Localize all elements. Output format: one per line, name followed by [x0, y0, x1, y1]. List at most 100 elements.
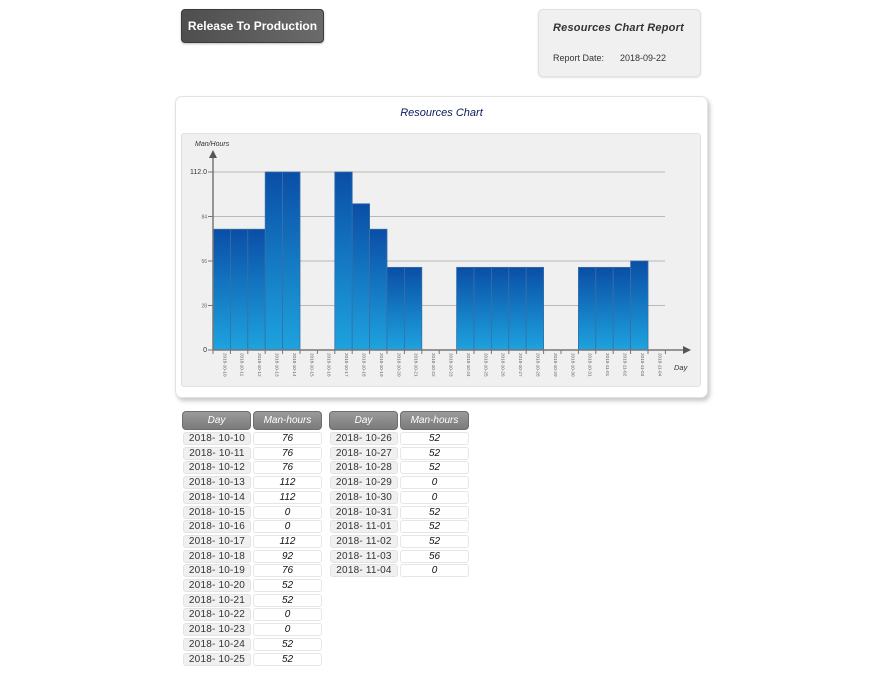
x-tick-label: 2018-10-28: [536, 353, 541, 377]
release-to-production-button[interactable]: Release To Production: [181, 9, 324, 43]
x-tick-label: 2018-11-02: [623, 353, 628, 377]
x-tick-label: 2018-10-16: [327, 353, 332, 377]
column-header-man-hours: Man-hours: [400, 411, 469, 430]
table-cell-day: 2018- 10-30: [330, 490, 398, 504]
bar-2018-10-24: [456, 266, 475, 351]
x-tick-label: 2018-10-24: [466, 353, 471, 377]
table-cell-day: 2018- 11-03: [330, 549, 398, 563]
table-cell-man-hours: 52: [400, 534, 469, 548]
bar-2018-10-25: [473, 266, 492, 351]
x-tick-label: 2018-10-20: [396, 353, 401, 377]
x-tick-label: 2018-10-15: [309, 353, 314, 377]
x-tick-label: 2018-10-18: [362, 353, 367, 377]
table-cell-man-hours: 56: [400, 549, 469, 563]
column-header-day: Day: [182, 411, 251, 430]
x-tick-label: 2018-10-11: [240, 353, 245, 377]
table-cell-day: 2018- 10-22: [183, 608, 251, 622]
table-cell-man-hours: 0: [253, 505, 322, 519]
table-cell-man-hours: 0: [400, 564, 469, 578]
bar-2018-10-31: [577, 266, 597, 351]
column-header-man-hours: Man-hours: [253, 411, 322, 430]
x-tick-label: 2018-10-25: [483, 353, 488, 377]
x-tick-label: 2018-10-26: [501, 353, 506, 377]
table-cell-man-hours: 76: [253, 564, 322, 578]
bar-2018-11-03: [630, 260, 649, 351]
table-cell-day: 2018- 10-15: [183, 505, 251, 519]
table-cell-man-hours: 76: [253, 446, 322, 460]
x-tick-label: 2018-10-12: [257, 353, 262, 377]
bar-2018-10-19: [369, 228, 388, 351]
y-tick-label: 84: [201, 215, 207, 221]
table-cell-day: 2018- 10-29: [330, 476, 398, 490]
bar-2018-10-20: [386, 266, 405, 351]
table-cell-day: 2018- 10-11: [183, 446, 251, 460]
y-tick-label: 28: [201, 304, 207, 310]
table-cell-day: 2018- 10-19: [183, 564, 251, 578]
table-cell-day: 2018- 10-18: [183, 549, 251, 563]
bar-2018-11-02: [612, 266, 632, 351]
table-cell-day: 2018- 10-21: [183, 593, 251, 607]
x-tick-label: 2018-10-14: [292, 353, 297, 377]
table-cell-day: 2018- 10-13: [183, 476, 251, 490]
x-tick-label: 2018-10-30: [570, 353, 575, 377]
table-cell-man-hours: 0: [400, 476, 469, 490]
x-axis-title: Day: [674, 363, 689, 372]
table-cell-man-hours: 52: [253, 652, 322, 666]
table-cell-day: 2018- 11-04: [330, 564, 398, 578]
x-tick-label: 2018-10-17: [344, 353, 349, 377]
table-cell-man-hours: 0: [253, 608, 322, 622]
table-cell-day: 2018- 10-27: [330, 446, 398, 460]
bar-2018-11-01: [595, 266, 614, 351]
table-cell-day: 2018- 10-20: [183, 579, 251, 592]
table-cell-man-hours: 92: [253, 549, 322, 563]
table-cell-man-hours: 52: [253, 637, 322, 651]
bar-2018-10-18: [351, 203, 370, 351]
table-cell-day: 2018- 10-26: [330, 432, 398, 445]
table-cell-day: 2018- 10-10: [183, 432, 251, 445]
table-cell-day: 2018- 10-14: [183, 490, 251, 504]
table-cell-day: 2018- 10-16: [183, 520, 251, 534]
table-cell-man-hours: 52: [400, 432, 469, 445]
bar-2018-10-21: [403, 266, 423, 351]
table-cell-day: 2018- 10-17: [183, 534, 251, 548]
table-cell-day: 2018- 10-24: [183, 637, 251, 651]
x-tick-label: 2018-10-23: [449, 353, 454, 377]
table-cell-man-hours: 0: [253, 623, 322, 637]
table-cell-day: 2018- 11-01: [330, 520, 398, 534]
report-date-value: 2018-09-22: [620, 53, 667, 63]
x-axis-arrow-icon: [683, 346, 691, 354]
x-tick-label: 2018-10-22: [431, 353, 436, 377]
x-tick-label: 2018-10-19: [379, 353, 384, 377]
x-tick-label: 2018-10-31: [588, 353, 593, 377]
bar-2018-10-28: [525, 266, 545, 351]
table-cell-man-hours: 52: [253, 579, 322, 592]
x-tick-label: 2018-11-01: [605, 353, 610, 377]
bar-2018-10-27: [508, 266, 527, 351]
bar-2018-10-13: [264, 171, 283, 351]
table-cell-man-hours: 112: [253, 534, 322, 548]
table-cell-man-hours: 0: [400, 490, 469, 504]
report-title: Resources Chart Report: [553, 22, 684, 34]
y-axis-title: Man/Hours: [195, 141, 230, 148]
bar-2018-10-10: [212, 228, 231, 351]
x-tick-label: 2018-10-10: [222, 353, 227, 377]
y-tick-label: 0: [203, 347, 207, 354]
resources-chart: 0 28 56 84 112.0 2018-10-10 2018-10-11 2018-10-…: [190, 141, 691, 377]
table-cell-day: 2018- 10-25: [183, 652, 251, 666]
table-cell-man-hours: 52: [400, 520, 469, 534]
x-tick-label: 2018-10-13: [275, 353, 280, 377]
report-date-label: Report Date:: [553, 53, 605, 63]
y-axis-arrow-icon: [209, 150, 217, 158]
table-cell-man-hours: 52: [400, 446, 469, 460]
table-cell-day: 2018- 10-28: [330, 461, 398, 475]
bar-2018-10-17: [334, 171, 353, 351]
table-cell-man-hours: 76: [253, 432, 322, 445]
table-cell-day: 2018- 10-12: [183, 461, 251, 475]
x-tick-label: 2018-10-29: [553, 353, 558, 377]
report-info-panel: Resources Chart Report Report Date: 2018…: [538, 9, 701, 77]
table-cell-man-hours: 76: [253, 461, 322, 475]
bar-2018-10-14: [282, 171, 301, 351]
column-header-day: Day: [329, 411, 398, 430]
table-cell-man-hours: 112: [253, 490, 322, 504]
table-cell-day: 2018- 11-02: [330, 534, 398, 548]
